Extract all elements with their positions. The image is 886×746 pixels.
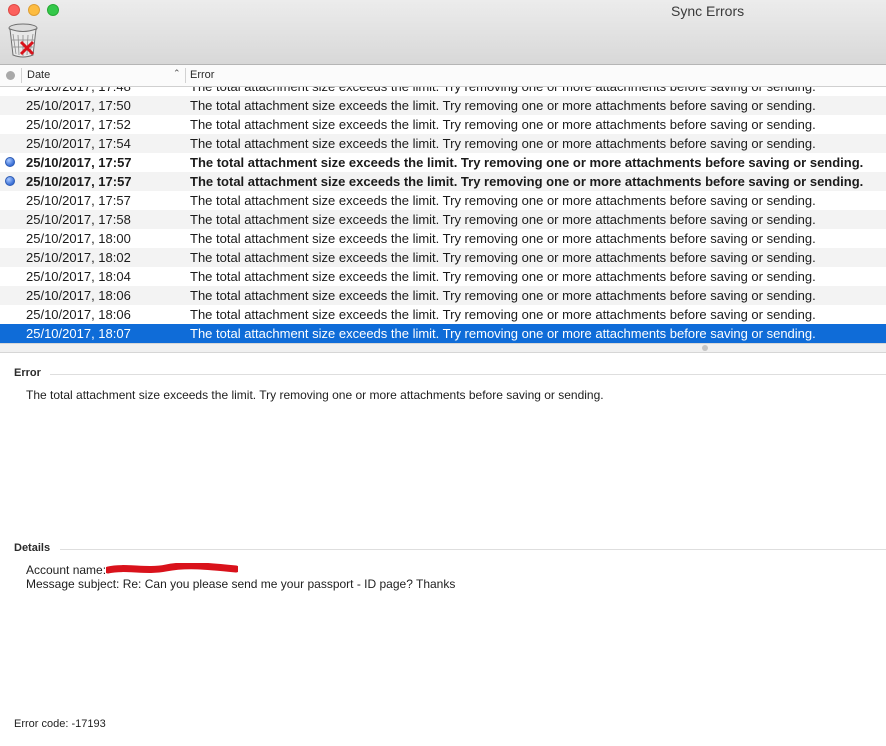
row-date: 25/10/2017, 18:02 xyxy=(26,250,131,265)
row-date: 25/10/2017, 18:07 xyxy=(26,326,131,341)
unread-dot-icon xyxy=(5,157,15,167)
row-error: The total attachment size exceeds the li… xyxy=(190,269,816,284)
table-row[interactable]: 25/10/2017, 18:02 The total attachment si… xyxy=(0,248,886,267)
table-header: Date ⌃ Error xyxy=(0,65,886,87)
unread-dot-icon xyxy=(5,176,15,186)
table-row[interactable]: 25/10/2017, 17:57 The total attachment si… xyxy=(0,191,886,210)
row-date: 25/10/2017, 17:57 xyxy=(26,155,132,170)
table-row[interactable]: 25/10/2017, 17:54 The total attachment si… xyxy=(0,134,886,153)
error-code: Error code: -17193 xyxy=(14,718,106,730)
message-subject: Message subject: Re: Can you please send… xyxy=(26,577,456,591)
minimize-window-button[interactable] xyxy=(28,4,40,16)
row-date: 25/10/2017, 18:04 xyxy=(26,269,131,284)
error-section-heading: Error xyxy=(14,367,41,379)
table-row[interactable]: 25/10/2017, 18:07 The total attachment si… xyxy=(0,324,886,343)
row-error: The total attachment size exceeds the li… xyxy=(190,87,882,96)
table-row[interactable]: 25/10/2017, 17:48 The total attachment si… xyxy=(0,87,886,96)
table-row[interactable]: 25/10/2017, 17:57 The total attachment si… xyxy=(0,172,886,191)
table-row[interactable]: 25/10/2017, 18:06 The total attachment si… xyxy=(0,286,886,305)
row-error: The total attachment size exceeds the li… xyxy=(190,155,864,170)
account-name-label: Account name: xyxy=(26,563,107,577)
column-divider xyxy=(185,68,186,83)
row-error: The total attachment size exceeds the li… xyxy=(190,250,816,265)
trash-delete-icon xyxy=(8,23,38,58)
row-date: 25/10/2017, 18:00 xyxy=(26,231,131,246)
date-column-header[interactable]: Date xyxy=(27,69,50,81)
table-row[interactable]: 25/10/2017, 18:06 The total attachment si… xyxy=(0,305,886,324)
details-section-heading: Details xyxy=(14,542,51,554)
delete-errors-button[interactable] xyxy=(6,22,40,58)
table-row[interactable]: 25/10/2017, 17:57 The total attachment si… xyxy=(0,153,886,172)
redaction-mark xyxy=(106,563,238,574)
error-description: The total attachment size exceeds the li… xyxy=(26,388,604,402)
close-window-button[interactable] xyxy=(8,4,20,16)
row-date: 25/10/2017, 17:50 xyxy=(26,98,131,113)
row-date: 25/10/2017, 17:57 xyxy=(26,193,131,208)
row-error: The total attachment size exceeds the li… xyxy=(190,307,816,322)
row-date: 25/10/2017, 17:52 xyxy=(26,117,131,132)
pane-splitter[interactable] xyxy=(0,343,886,353)
row-error: The total attachment size exceeds the li… xyxy=(190,117,816,132)
row-date: 25/10/2017, 18:06 xyxy=(26,307,131,322)
table-row[interactable]: 25/10/2017, 17:58 The total attachment si… xyxy=(0,210,886,229)
table-row[interactable]: 25/10/2017, 18:04 The total attachment si… xyxy=(0,267,886,286)
table-row[interactable]: 25/10/2017, 17:50 The total attachment si… xyxy=(0,96,886,115)
window-title: Sync Errors xyxy=(671,3,745,19)
title-bar: Sync Errors xyxy=(0,0,886,65)
row-error: The total attachment size exceeds the li… xyxy=(190,231,816,246)
row-date: 25/10/2017, 17:54 xyxy=(26,136,131,151)
details-section-divider xyxy=(60,549,886,550)
error-section-divider xyxy=(50,374,886,375)
sort-ascending-icon: ⌃ xyxy=(173,68,181,78)
row-date: 25/10/2017, 17:58 xyxy=(26,212,131,227)
row-error: The total attachment size exceeds the li… xyxy=(190,193,816,208)
row-date: 25/10/2017, 18:06 xyxy=(26,288,131,303)
row-error: The total attachment size exceeds the li… xyxy=(190,288,816,303)
row-error: The total attachment size exceeds the li… xyxy=(190,174,864,189)
row-error: The total attachment size exceeds the li… xyxy=(190,326,816,341)
splitter-handle[interactable] xyxy=(702,345,708,351)
sync-errors-list[interactable]: 25/10/2017, 17:48 The total attachment si… xyxy=(0,87,886,343)
row-date: 25/10/2017, 17:48 xyxy=(26,87,131,96)
row-error: The total attachment size exceeds the li… xyxy=(190,98,816,113)
zoom-window-button[interactable] xyxy=(47,4,59,16)
unread-column-header[interactable] xyxy=(6,71,15,80)
table-row[interactable]: 25/10/2017, 18:00 The total attachment si… xyxy=(0,229,886,248)
row-date: 25/10/2017, 17:57 xyxy=(26,174,132,189)
column-divider xyxy=(21,68,22,83)
row-error: The total attachment size exceeds the li… xyxy=(190,136,816,151)
table-row[interactable]: 25/10/2017, 17:52 The total attachment si… xyxy=(0,115,886,134)
error-column-header[interactable]: Error xyxy=(190,69,214,81)
list-rows: 25/10/2017, 17:48 The total attachment si… xyxy=(0,87,886,343)
row-error: The total attachment size exceeds the li… xyxy=(190,212,816,227)
